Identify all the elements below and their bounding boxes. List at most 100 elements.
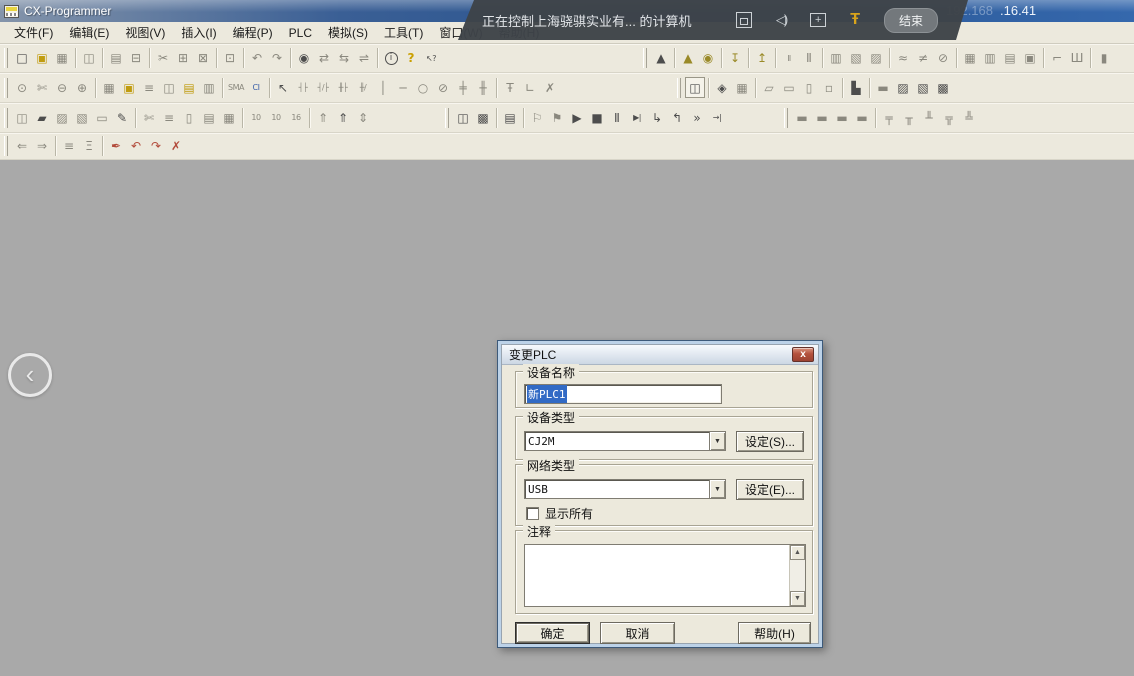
menu-item[interactable]: 编辑(E) (61, 21, 117, 44)
scroll-up-icon[interactable]: ▲ (790, 545, 805, 560)
function-block-icon[interactable]: ╪ (453, 77, 473, 98)
rung-corner-icon[interactable]: ∟ (520, 77, 540, 98)
open-project-icon[interactable]: ▣ (32, 48, 52, 69)
sim-run-icon[interactable]: ▶ (567, 107, 587, 128)
net-node-d-icon[interactable]: ╦ (939, 107, 959, 128)
marker-pen-icon[interactable]: ✒ (106, 136, 126, 157)
output-window-icon[interactable]: ▨ (52, 107, 72, 128)
zoom-in-icon[interactable]: ⊕ (72, 77, 92, 98)
timing-chart-icon[interactable]: Ш (1067, 48, 1087, 69)
insert-rung-icon[interactable]: Ŧ (500, 77, 520, 98)
differential-trace-icon[interactable]: ◫ (453, 107, 473, 128)
address-list-icon[interactable]: Ξ (79, 136, 99, 157)
show-sma-icon[interactable]: SMA (226, 77, 246, 98)
print-icon[interactable]: ▤ (106, 48, 126, 69)
toolbar-grip[interactable] (784, 108, 788, 128)
copy-icon[interactable]: ⊞ (173, 48, 193, 69)
breakpoint-clear-icon[interactable]: ⚑ (547, 107, 567, 128)
toolbar-grip[interactable] (677, 78, 681, 98)
toolbar-grip[interactable] (643, 48, 647, 68)
dialog-display-icon[interactable]: ▤ (199, 107, 219, 128)
symbol-list-icon[interactable]: ≡ (139, 77, 159, 98)
marker-redo-icon[interactable]: ↷ (146, 136, 166, 157)
io-comment-view-icon[interactable]: ◫ (159, 77, 179, 98)
run-to-break-icon[interactable]: →| (707, 107, 727, 128)
new-window-icon[interactable]: + (810, 13, 826, 27)
fullscreen-icon[interactable] (736, 12, 752, 28)
net-node-b-icon[interactable]: ╥ (899, 107, 919, 128)
show-ci-icon[interactable]: CI (246, 77, 266, 98)
split-rung-icon[interactable]: ✄ (139, 107, 159, 128)
program-verify-icon[interactable]: ▨ (866, 48, 886, 69)
differential-monitor-icon[interactable]: ⌐ (1047, 48, 1067, 69)
signed-decimal-display-icon[interactable]: 10 (266, 107, 286, 128)
pin-icon[interactable]: Ŧ (850, 11, 860, 29)
or-contact-no-icon[interactable]: ╫├ (333, 77, 353, 98)
pause-monitoring-icon[interactable]: Ⅱ (779, 48, 799, 69)
find-icon[interactable]: ◉ (294, 48, 314, 69)
comms-unit-b-icon[interactable]: ▬ (812, 107, 832, 128)
memory-card-icon[interactable]: ▤ (1000, 48, 1020, 69)
cut-icon[interactable]: ✂ (153, 48, 173, 69)
breakpoint-set-icon[interactable]: ⚐ (527, 107, 547, 128)
toolbar-grip[interactable] (4, 48, 8, 68)
comment-textarea[interactable] (525, 545, 789, 606)
back-overlay-button[interactable]: ‹ (8, 353, 52, 397)
menu-item[interactable]: PLC (281, 23, 320, 43)
indent-right-icon[interactable]: ⇒ (32, 136, 52, 157)
menu-item[interactable]: 编程(P) (225, 21, 281, 44)
toolbar-grip[interactable] (4, 78, 8, 98)
ok-button[interactable]: 确定 (515, 622, 590, 644)
menu-item[interactable]: 文件(F) (6, 21, 61, 44)
paste-rung-icon[interactable]: ⊡ (220, 48, 240, 69)
cancel-button[interactable]: 取消 (600, 622, 675, 644)
toolbar-grip[interactable] (4, 108, 8, 128)
project-window-icon[interactable]: ◫ (12, 107, 32, 128)
net-node-e-icon[interactable]: ╩ (959, 107, 979, 128)
zoom-icon[interactable]: ⊙ (12, 77, 32, 98)
monitor-ok-icon[interactable]: ▩ (933, 77, 953, 98)
horizontal-line-icon[interactable]: ─ (393, 77, 413, 98)
device-type-combobox[interactable]: CJ2M ▼ (524, 431, 726, 451)
net-node-c-icon[interactable]: ╨ (919, 107, 939, 128)
toolbar-grip[interactable] (445, 108, 449, 128)
new-project-icon[interactable]: □ (12, 48, 32, 69)
step-out-icon[interactable]: ↰ (667, 107, 687, 128)
net-node-a-icon[interactable]: ╤ (879, 107, 899, 128)
device-name-input[interactable]: 新PLC1 (524, 384, 722, 404)
monitor-pane-icon[interactable]: ▬ (873, 77, 893, 98)
step-run-icon[interactable]: ▶| (627, 107, 647, 128)
about-icon[interactable]: i (381, 48, 401, 69)
comms-unit-a-icon[interactable]: ▬ (792, 107, 812, 128)
grid-icon[interactable]: ▦ (99, 77, 119, 98)
symbol-add-icon[interactable]: ▫ (819, 77, 839, 98)
data-trace-icon[interactable]: ▤ (500, 107, 520, 128)
scroll-down-icon[interactable]: ▼ (790, 591, 805, 606)
build-tool-icon[interactable]: ▰ (32, 107, 52, 128)
undo-icon[interactable]: ↶ (247, 48, 267, 69)
marker-undo-icon[interactable]: ↶ (126, 136, 146, 157)
lock-icon[interactable]: ▮ (1094, 48, 1114, 69)
step-in-icon[interactable]: ↳ (647, 107, 667, 128)
print-preview-icon[interactable]: ⊟ (126, 48, 146, 69)
or-contact-nc-icon[interactable]: ╫/ (353, 77, 373, 98)
monitor-check-icon[interactable]: ▨ (893, 77, 913, 98)
rung-list-icon[interactable]: ≡ (59, 136, 79, 157)
compare-programs-icon[interactable]: ◫ (79, 48, 99, 69)
context-help-icon[interactable]: ↖? (421, 48, 441, 69)
symbol-insert-icon[interactable]: ▱ (759, 77, 779, 98)
menu-item[interactable]: 视图(V) (117, 21, 173, 44)
toolbar-grip[interactable] (4, 136, 8, 156)
save-project-icon[interactable]: ▦ (52, 48, 72, 69)
watch-tree-icon[interactable]: ▙ (846, 77, 866, 98)
cancel-online-edit-icon[interactable]: ⊘ (933, 48, 953, 69)
comms-unit-d-icon[interactable]: ▬ (852, 107, 872, 128)
smart-input-icon[interactable]: ▣ (119, 77, 139, 98)
show-rung-wrap-icon[interactable]: ▯ (179, 107, 199, 128)
io-table-icon[interactable]: ▦ (960, 48, 980, 69)
end-session-button[interactable]: 结束 (884, 8, 938, 33)
coil-nc-icon[interactable]: ⊘ (433, 77, 453, 98)
contact-nc-icon[interactable]: ┤/├ (313, 77, 333, 98)
vertical-line-icon[interactable]: │ (373, 77, 393, 98)
transfer-from-plc-icon[interactable]: ↥ (752, 48, 772, 69)
